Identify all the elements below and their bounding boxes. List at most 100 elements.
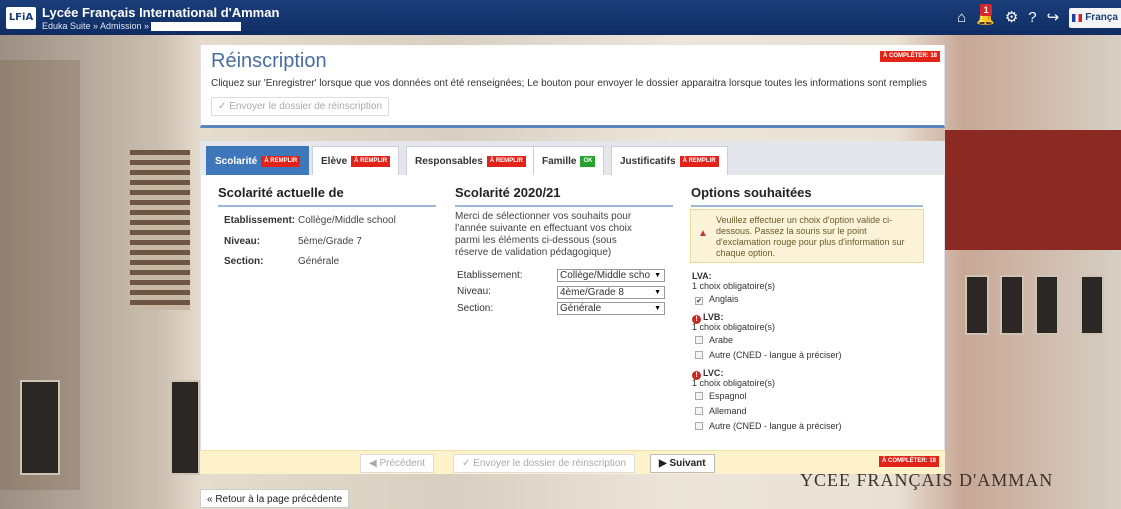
footer-status-badge: À COMPLÉTER: 18 (878, 456, 939, 467)
tab-badge: À REMPLIR (679, 155, 719, 167)
background-shutters (130, 150, 190, 310)
background-window (1035, 275, 1059, 335)
next-section-value: Générale (560, 303, 602, 314)
option-label: Allemand (709, 406, 747, 416)
option-label: Autre (CNED - langue à préciser) (709, 421, 842, 431)
help-icon[interactable]: ? (1028, 0, 1036, 35)
option-label: Arabe (709, 335, 734, 345)
next-year-heading: Scolarité 2020/21 (455, 185, 673, 207)
tab-badge: À REMPLIR (486, 155, 526, 167)
tab-eleve[interactable]: Elève À REMPLIR (312, 146, 400, 175)
tab-label: Elève (321, 155, 348, 167)
school-logo[interactable]: LFiA (6, 7, 36, 29)
next-niveau-value: 4ème/Grade 8 (560, 287, 624, 298)
lva-label: LVA: (692, 271, 712, 281)
logout-icon[interactable]: ↪ (1047, 0, 1060, 35)
option-label: Espagnol (709, 391, 747, 401)
next-button[interactable]: ▶ Suivant (650, 454, 715, 473)
previous-button[interactable]: ◀ Précédent (360, 454, 435, 473)
language-label: França (1085, 11, 1118, 23)
option-anglais[interactable]: ✔ Anglais (695, 294, 739, 305)
tab-label: Scolarité (215, 155, 258, 167)
next-etab-value: Collège/Middle scho (560, 270, 651, 281)
tab-famille[interactable]: Famille OK (533, 146, 605, 175)
tab-scolarite[interactable]: Scolarité À REMPLIR (206, 146, 310, 175)
lvc-label-text: LVC: (703, 368, 724, 378)
tab-label: Responsables (415, 155, 483, 167)
tab-badge: OK (580, 155, 596, 167)
option-espagnol[interactable]: Espagnol (695, 391, 747, 401)
breadcrumb-text: Eduka Suite » Admission » (42, 21, 150, 31)
next-section-label: Section: (457, 303, 494, 314)
lvb-label-text: LVB: (703, 312, 724, 322)
checkbox-icon[interactable] (695, 422, 703, 430)
tab-responsables[interactable]: Responsables À REMPLIR (406, 146, 535, 175)
page-subtitle: Cliquez sur 'Enregistrer' lorsque que vo… (211, 78, 927, 89)
dropdown-arrow-icon: ▼ (654, 305, 661, 312)
option-arabe[interactable]: Arabe (695, 335, 733, 345)
bell-icon[interactable]: 🔔 1 (976, 0, 995, 35)
option-autre-lvb[interactable]: Autre (CNED - langue à préciser) (695, 350, 842, 360)
current-etab-label: Etablissement: (224, 215, 296, 226)
checkbox-icon[interactable] (695, 392, 703, 400)
language-selector[interactable]: França (1069, 7, 1121, 28)
tab-justificatifs[interactable]: Justificatifs À REMPLIR (611, 146, 728, 175)
next-etab-label: Etablissement: (457, 270, 523, 281)
page-title: Réinscription (211, 50, 327, 72)
option-autre-lvc[interactable]: Autre (CNED - langue à préciser) (695, 421, 842, 431)
flag-icon (1072, 13, 1083, 22)
gears-icon[interactable]: ⚙ (1005, 0, 1018, 35)
header-panel: Réinscription À COMPLÉTER: 18 Cliquez su… (200, 45, 945, 128)
footer-bar: ◀ Précédent ✓ Envoyer le dossier de réin… (200, 450, 945, 474)
home-icon[interactable]: ⌂ (957, 0, 966, 35)
option-allemand[interactable]: Allemand (695, 406, 747, 416)
option-label: Anglais (709, 294, 739, 304)
tabs-bar: Scolarité À REMPLIR Elève À REMPLIR Respon… (200, 141, 945, 175)
checkbox-icon[interactable] (695, 407, 703, 415)
lva-requirement: 1 choix obligatoire(s) (692, 281, 776, 291)
footer-send-label: Envoyer le dossier de réinscription (473, 458, 627, 469)
top-navbar: LFiA Lycée Français International d'Amma… (0, 0, 1121, 35)
next-niveau-select[interactable]: 4ème/Grade 8 ▼ (557, 286, 665, 299)
options-warning: ▲ Veuillez effectuer un choix d'option v… (690, 209, 924, 263)
current-section-value: Générale (298, 256, 340, 267)
background-window (170, 380, 200, 475)
back-link[interactable]: « Retour à la page précédente (200, 489, 350, 508)
send-file-button[interactable]: ✓ Envoyer le dossier de réinscription (211, 97, 390, 116)
next-year-intro: Merci de sélectionner vos souhaits pour … (455, 211, 632, 258)
checkbox-checked-icon[interactable]: ✔ (695, 297, 703, 305)
checkbox-icon[interactable] (695, 351, 703, 359)
arrow-right-icon: ▶ (659, 458, 670, 469)
send-file-button-label: Envoyer le dossier de réinscription (229, 101, 383, 112)
current-section-label: Section: (224, 256, 264, 267)
check-icon: ✓ (462, 458, 474, 469)
next-niveau-label: Niveau: (457, 286, 491, 297)
previous-button-label: Précédent (379, 458, 426, 469)
next-button-label: Suivant (669, 458, 706, 469)
footer-send-button[interactable]: ✓ Envoyer le dossier de réinscription (453, 454, 636, 473)
status-badge: À COMPLÉTER: 18 (879, 51, 940, 62)
background-window (1080, 275, 1104, 335)
main-panel: Scolarité actuelle de Etablissement: Col… (200, 175, 945, 450)
checkbox-icon[interactable] (695, 336, 703, 344)
options-heading: Options souhaitées (691, 185, 923, 207)
tab-label: Justificatifs (620, 155, 676, 167)
background-facade (945, 130, 1121, 250)
background-window (965, 275, 989, 335)
breadcrumb-redacted (151, 22, 242, 32)
breadcrumb: Eduka Suite » Admission » (42, 21, 242, 32)
background-window (1000, 275, 1024, 335)
dropdown-arrow-icon: ▼ (654, 272, 661, 279)
next-section-select[interactable]: Générale ▼ (557, 302, 665, 315)
arrow-left-icon: ◀ (369, 458, 380, 469)
dropdown-arrow-icon: ▼ (654, 289, 661, 296)
tab-label: Famille (542, 155, 577, 167)
next-etab-select[interactable]: Collège/Middle scho ▼ (557, 269, 665, 282)
background-window (20, 380, 60, 475)
current-schooling-heading: Scolarité actuelle de (218, 185, 436, 207)
warning-icon: ▲ (698, 228, 708, 239)
notification-badge: 1 (980, 4, 993, 16)
current-etab-value: Collège/Middle school (298, 215, 396, 226)
tab-badge: À REMPLIR (261, 155, 301, 167)
option-label: Autre (CNED - langue à préciser) (709, 350, 842, 360)
